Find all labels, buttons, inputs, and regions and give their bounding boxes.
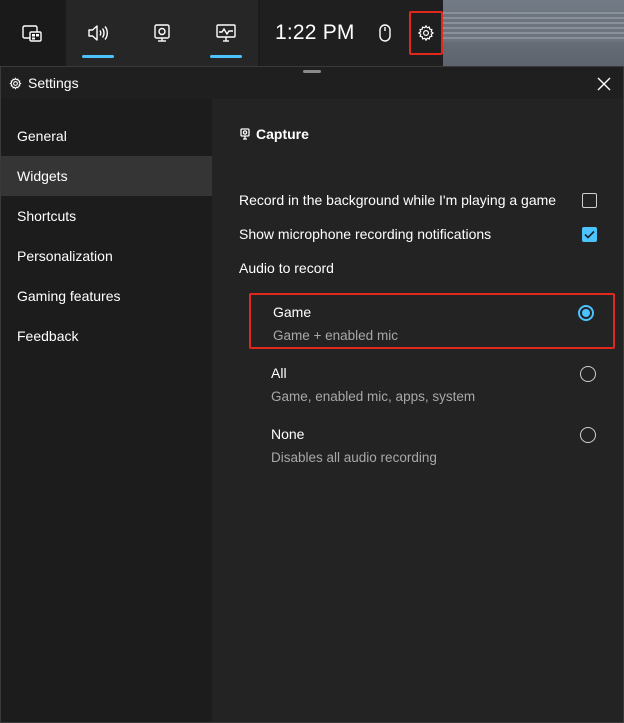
mic-notifications-row: Show microphone recording notifications xyxy=(239,224,597,244)
audio-option-radio[interactable] xyxy=(580,366,596,382)
clock-time: 1:22 PM xyxy=(275,21,355,44)
close-icon xyxy=(597,77,611,91)
mic-notifications-checkbox[interactable] xyxy=(582,226,597,242)
record-background-row: Record in the background while I'm playi… xyxy=(239,190,597,210)
widget-menu-button[interactable] xyxy=(0,0,64,66)
audio-option-all[interactable]: All Game, enabled mic, apps, system xyxy=(249,356,615,412)
audio-widget-button[interactable] xyxy=(66,0,130,66)
audio-option-none[interactable]: None Disables all audio recording xyxy=(249,417,615,473)
settings-sidebar: General Widgets Shortcuts Personalizatio… xyxy=(1,99,212,722)
close-button[interactable] xyxy=(593,73,615,95)
performance-widget-button[interactable] xyxy=(194,0,258,66)
gear-icon xyxy=(417,24,435,42)
widget-buttons-group xyxy=(66,0,258,66)
settings-title: Settings xyxy=(28,75,79,91)
audio-option-title: All xyxy=(271,365,287,381)
mouse-icon xyxy=(379,24,391,42)
widget-home-icon xyxy=(22,25,42,42)
sidebar-item-personalization[interactable]: Personalization xyxy=(1,236,212,276)
checkmark-icon xyxy=(584,230,595,239)
audio-option-title: None xyxy=(271,426,305,442)
settings-content: Capture Record in the background while I… xyxy=(212,99,623,722)
game-bar: 1:22 PM xyxy=(0,0,443,66)
section-title-text: Capture xyxy=(256,126,309,142)
sidebar-item-shortcuts[interactable]: Shortcuts xyxy=(1,196,212,236)
performance-icon xyxy=(216,24,236,42)
audio-option-radio[interactable] xyxy=(580,427,596,443)
settings-window: Settings General Widgets Shortcuts Perso… xyxy=(0,66,624,723)
audio-option-subtitle: Disables all audio recording xyxy=(271,450,437,465)
audio-option-game[interactable]: Game Game + enabled mic xyxy=(249,293,615,349)
mouse-status xyxy=(365,23,405,43)
settings-title-icon xyxy=(9,76,22,90)
record-background-checkbox[interactable] xyxy=(582,192,597,208)
widget-menu-group xyxy=(0,0,64,66)
capture-icon xyxy=(240,128,250,140)
audio-option-title: Game xyxy=(273,304,312,320)
audio-option-subtitle: Game + enabled mic xyxy=(273,328,398,343)
settings-titlebar: Settings xyxy=(1,67,623,99)
record-background-label: Record in the background while I'm playi… xyxy=(239,192,557,208)
audio-to-record-label: Audio to record xyxy=(239,260,334,276)
gear-icon xyxy=(9,76,22,90)
sidebar-item-gaming-features[interactable]: Gaming features xyxy=(1,276,212,316)
audio-option-radio[interactable] xyxy=(578,305,594,321)
sidebar-item-general[interactable]: General xyxy=(1,116,212,156)
settings-button[interactable] xyxy=(409,11,443,55)
capture-widget-button[interactable] xyxy=(130,0,194,66)
sidebar-item-feedback[interactable]: Feedback xyxy=(1,316,212,356)
audio-icon xyxy=(88,25,108,41)
capture-section-title: Capture xyxy=(240,126,309,142)
audio-option-subtitle: Game, enabled mic, apps, system xyxy=(271,389,476,404)
background-stripe xyxy=(440,12,624,42)
capture-icon xyxy=(154,24,170,42)
mic-notifications-label: Show microphone recording notifications xyxy=(239,226,492,242)
sidebar-item-widgets[interactable]: Widgets xyxy=(1,156,212,196)
status-group: 1:22 PM xyxy=(260,0,443,66)
